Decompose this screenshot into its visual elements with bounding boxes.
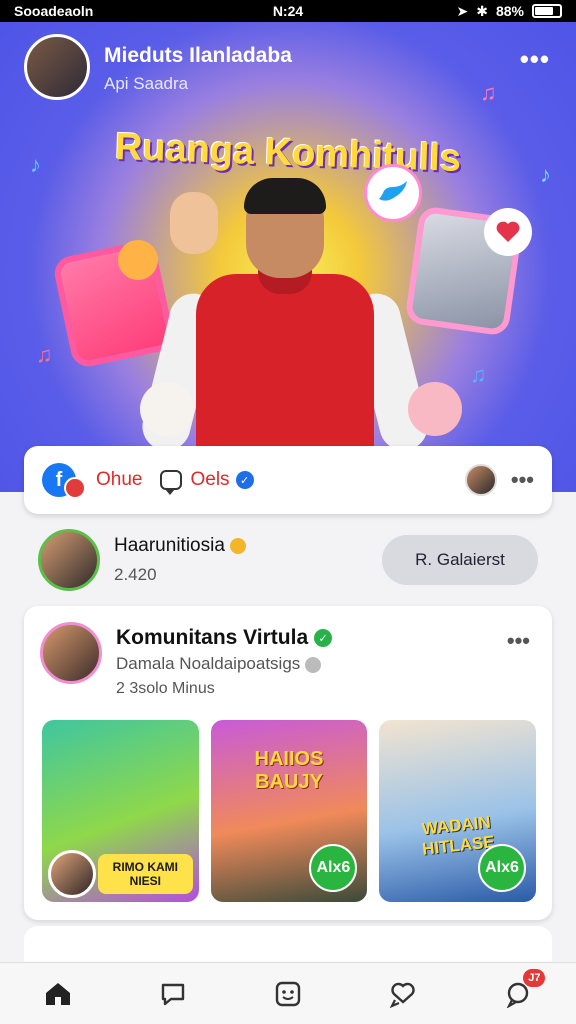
music-note-icon: ♫ (470, 362, 487, 387)
page-subtitle: Api Saadra (104, 74, 189, 93)
facebook-icon[interactable]: f (42, 463, 86, 499)
status-icons: ➤ ✱ 88% (456, 2, 562, 20)
action-bar: f Ohue Oels ✓ ••• (24, 446, 552, 514)
post-card: Komunitans Virtula ✓ Damala Noaldaipoatsi… (24, 606, 552, 920)
music-note-icon: ♫ (480, 80, 497, 105)
post-media: RIMO KAMI NIESI HAIIOS BAUJY Alx6 WADAIN… (42, 720, 537, 902)
notification-badge: J7 (523, 968, 546, 987)
post-subtitle: Damala Noaldaipoatsigs (116, 654, 322, 674)
thumb-caption: RIMO KAMI NIESI (98, 854, 193, 894)
media-thumb-1[interactable]: RIMO KAMI NIESI (42, 720, 199, 902)
bear-toy (140, 382, 194, 436)
media-thumb-3[interactable]: WADAIN HITLASE Alx6 (379, 720, 537, 902)
hero-person (137, 178, 433, 474)
bottom-nav: J7 (0, 962, 576, 1024)
action-label-secondary[interactable]: Oels (190, 469, 229, 491)
chat-badge-icon[interactable]: J7 (503, 968, 546, 1009)
chat-icon[interactable] (160, 470, 183, 495)
bluetooth-icon: ✱ (476, 2, 488, 19)
verified-icon: ✓ (314, 629, 333, 648)
post-more-button[interactable]: ••• (507, 628, 530, 654)
home-icon[interactable] (43, 979, 73, 1009)
music-note-icon: ♫ (36, 342, 53, 367)
suggested-count: 2.420 (114, 565, 157, 584)
post-avatar[interactable] (40, 622, 102, 684)
globe-icon (305, 656, 322, 673)
thumb-badge[interactable]: Alx6 (309, 844, 358, 892)
post-meta: 2 3solo Minus (116, 680, 215, 697)
next-post-peek (24, 926, 552, 966)
more-options-button[interactable]: ••• (520, 44, 550, 75)
status-bar: Sooadeaoln N:24 ➤ ✱ 88% (0, 0, 576, 22)
thumb-badge[interactable]: Alx6 (478, 844, 527, 892)
post-title[interactable]: Komunitans Virtula ✓ (116, 626, 333, 650)
suggested-page: Haarunitiosia 2.420 R. Galaierst (38, 528, 538, 592)
avatar (48, 850, 96, 898)
verified-icon: ✓ (235, 471, 254, 489)
heart-chat-icon[interactable] (388, 979, 418, 1009)
cover-banner: Mieduts Ilanladaba Api Saadra ••• ♪ ♫ ♪ … (0, 22, 576, 492)
suggested-avatar[interactable] (38, 529, 100, 591)
battery-icon (532, 4, 562, 18)
badge-icon (230, 537, 247, 554)
page-name[interactable]: Mieduts Ilanladaba (104, 44, 292, 68)
more-icon[interactable]: ••• (511, 467, 534, 493)
chat-icon[interactable] (158, 979, 188, 1009)
thumb-caption: HAIIOS BAUJY (254, 748, 324, 793)
heart-icon (484, 208, 532, 256)
media-thumb-2[interactable]: HAIIOS BAUJY Alx6 (210, 720, 368, 902)
page-avatar[interactable] (24, 34, 90, 100)
emoji-icon (118, 240, 158, 280)
banner-title: Ruanga Komhitulls (114, 125, 462, 181)
carrier-label: Sooadeaoln (14, 3, 94, 19)
action-label-primary[interactable]: Ohue (96, 469, 142, 491)
avatar[interactable] (464, 464, 497, 496)
battery-percent: 88% (495, 3, 524, 19)
suggested-action-button[interactable]: R. Galaierst (382, 535, 538, 585)
suggested-name[interactable]: Haarunitiosia (114, 535, 247, 557)
location-icon: ➤ (456, 2, 469, 19)
pig-toy (408, 382, 462, 436)
emoji-icon[interactable] (273, 979, 303, 1009)
